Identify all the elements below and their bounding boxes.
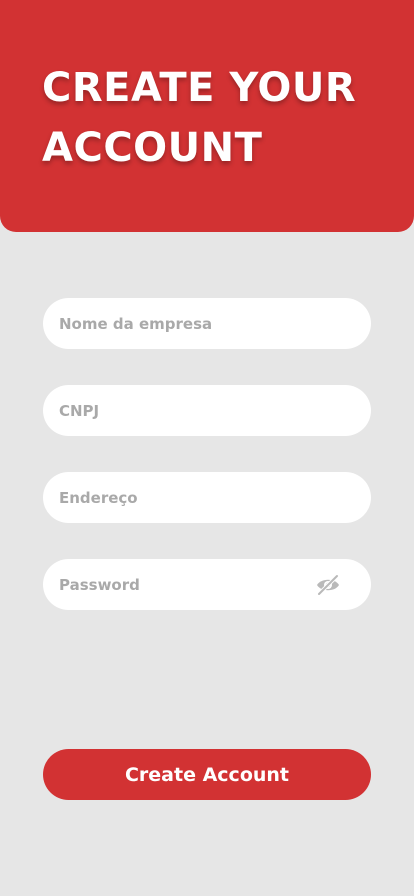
create-account-screen: CREATE YOUR ACCOUNT Nome da empresa CNPJ…: [0, 0, 414, 896]
cnpj-input[interactable]: [59, 401, 355, 420]
page-title-line-2: ACCOUNT: [42, 125, 263, 171]
company-name-input[interactable]: [59, 314, 355, 333]
password-field: [43, 559, 371, 610]
address-input[interactable]: [59, 488, 355, 507]
header-banner: CREATE YOUR ACCOUNT: [0, 0, 414, 232]
cnpj-field: [43, 385, 371, 436]
password-visibility-toggle[interactable]: [313, 573, 343, 597]
page-title-line-1: CREATE YOUR: [42, 65, 357, 111]
create-account-button[interactable]: Create Account: [43, 749, 371, 800]
password-input[interactable]: [59, 575, 313, 594]
eye-off-icon: [317, 573, 339, 596]
company-name-field: [43, 298, 371, 349]
address-field: [43, 472, 371, 523]
page-title: CREATE YOUR ACCOUNT: [42, 58, 392, 178]
